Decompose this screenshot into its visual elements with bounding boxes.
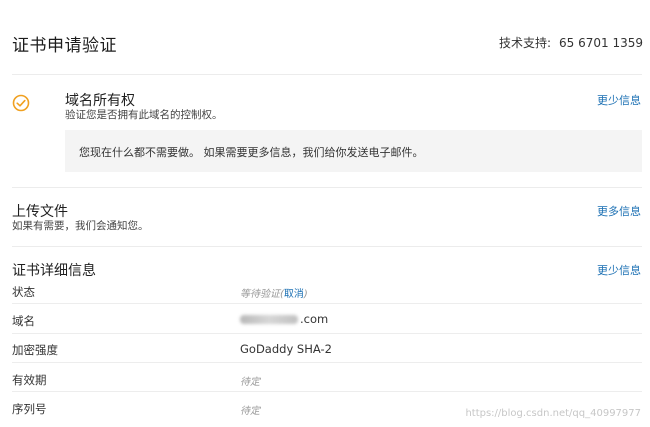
upload-more-info-link[interactable]: 更多信息 [597,203,641,219]
watermark: https://blog.csdn.net/qq_40997977 [465,408,641,419]
check-circle-icon [12,94,30,112]
cancel-link[interactable]: 取消 [284,289,304,300]
row-divider [12,362,642,363]
upload-subtitle: 如果有需要，我们会通知您。 [12,220,149,232]
row-label-validity: 有效期 [12,373,47,387]
divider [12,246,642,247]
support-label: 技术支持: [498,36,552,50]
tech-support: 技术支持: 65 6701 1359 [499,34,643,51]
row-value-encryption: GoDaddy SHA-2 [240,342,332,356]
domain-ownership-less-info-link[interactable]: 更少信息 [597,92,641,108]
row-divider [12,391,642,392]
row-value-domain: .com [240,312,328,326]
divider [12,187,642,188]
divider [12,74,642,75]
row-value-validity: 待定 [240,377,260,388]
details-less-info-link[interactable]: 更少信息 [597,262,641,278]
row-divider [12,303,642,304]
notice-text: 您现在什么都不需要做。 如果需要更多信息，我们给你发送电子邮件。 [79,146,424,159]
row-value-serial: 待定 [240,406,260,417]
domain-ownership-subtitle: 验证您是否拥有此域名的控制权。 [65,109,223,121]
page-title: 证书申请验证 [12,36,117,56]
row-label-domain: 域名 [12,314,35,328]
row-value-status: 等待验证(取消) [240,289,308,300]
row-label-status: 状态 [12,285,35,299]
row-divider [12,333,642,334]
details-title: 证书详细信息 [12,263,96,279]
support-number: 65 6701 1359 [559,36,643,50]
redacted-domain [240,315,298,324]
domain-ownership-notice: 您现在什么都不需要做。 如果需要更多信息，我们给你发送电子邮件。 [65,130,642,172]
row-label-encryption: 加密强度 [12,343,58,357]
domain-suffix: .com [300,312,329,326]
row-label-serial: 序列号 [12,402,47,416]
status-value: 等待验证 [240,289,280,300]
